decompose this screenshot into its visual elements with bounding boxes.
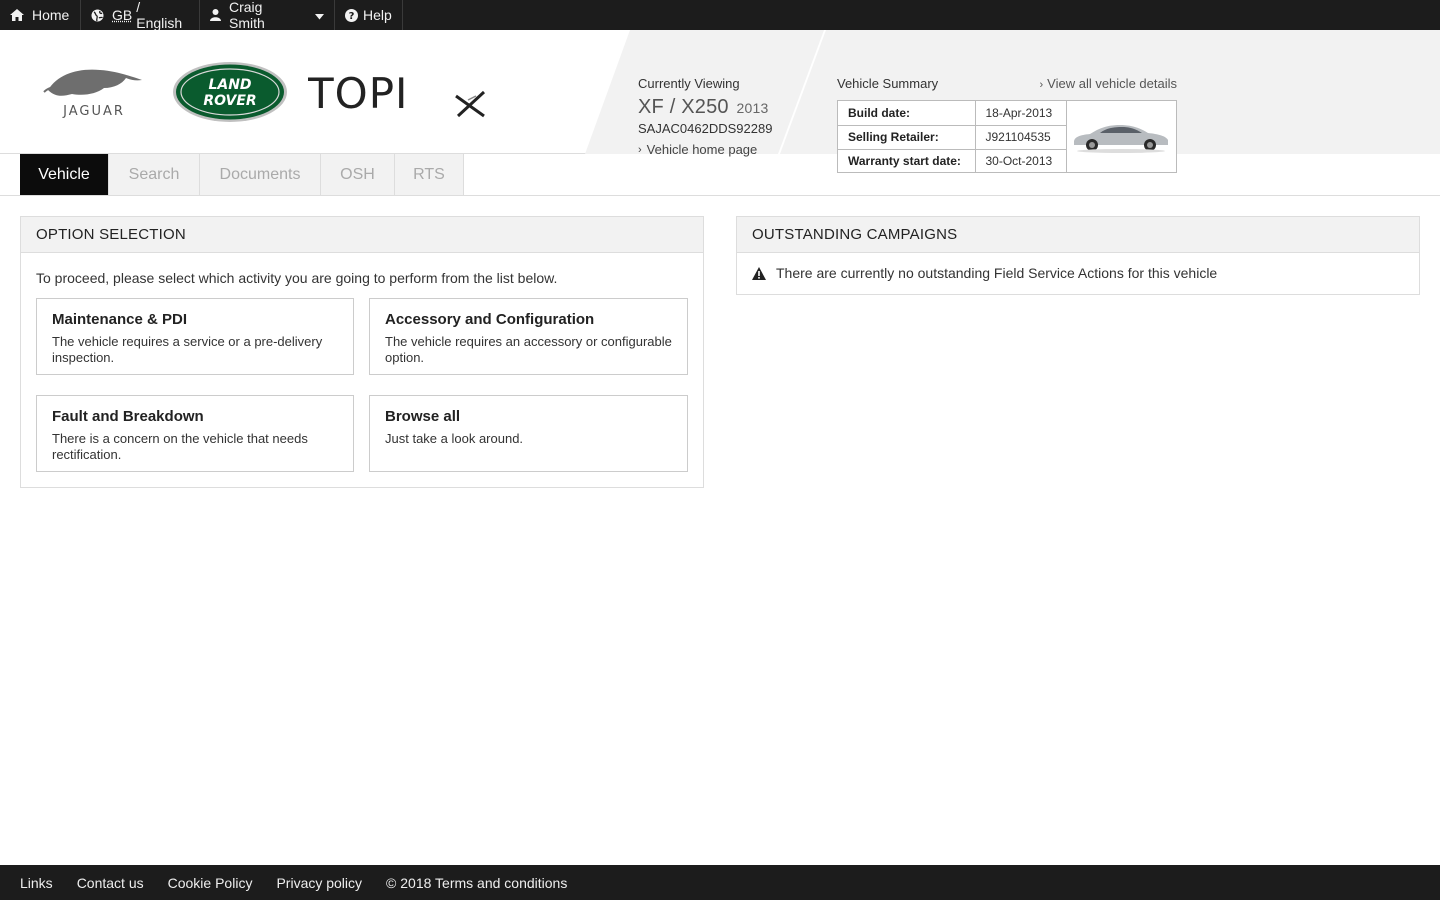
footer-links-link[interactable]: Links xyxy=(20,875,53,891)
campaigns-message-row: There are currently no outstanding Field… xyxy=(737,253,1419,293)
summary-key: Selling Retailer: xyxy=(838,125,976,150)
tab-rts[interactable]: RTS xyxy=(395,154,464,195)
site-header: JAGUAR LAND ROVER TOPI Currently Viewing… xyxy=(0,30,1440,173)
outstanding-campaigns-panel: OUTSTANDING CAMPAIGNS There are currentl… xyxy=(736,216,1420,295)
help-link[interactable]: ? Help xyxy=(335,0,403,30)
topix-logo: TOPI xyxy=(308,70,486,118)
vehicle-summary-table: Build date: 18-Apr-2013 Selling Retailer… xyxy=(837,100,1177,173)
vehicle-model: XF / X250 2013 xyxy=(638,96,798,119)
land-rover-logo: LAND ROVER xyxy=(173,62,287,122)
summary-value: J921104535 xyxy=(975,125,1067,150)
option-card-accessory[interactable]: Accessory and Configuration The vehicle … xyxy=(369,298,688,375)
summary-row: Warranty start date: 30-Oct-2013 xyxy=(838,149,1067,173)
summary-value: 30-Oct-2013 xyxy=(975,149,1067,173)
vehicle-model-name: XF / X250 xyxy=(638,96,729,118)
summary-value: 18-Apr-2013 xyxy=(975,101,1067,126)
caret-down-icon xyxy=(315,7,324,23)
svg-text:JAGUAR: JAGUAR xyxy=(62,104,125,118)
help-icon: ? xyxy=(345,8,358,22)
view-all-details-link[interactable]: › View all vehicle details xyxy=(1039,76,1177,91)
footer-privacy-link[interactable]: Privacy policy xyxy=(276,875,362,891)
option-selection-title: OPTION SELECTION xyxy=(21,217,703,253)
tab-documents[interactable]: Documents xyxy=(200,154,321,195)
jaguar-logo: JAGUAR xyxy=(43,69,142,118)
option-card-title: Maintenance & PDI xyxy=(52,311,188,328)
vehicle-thumbnail xyxy=(1067,101,1177,172)
locale-region: GB xyxy=(112,7,133,23)
main-tabs: Vehicle Search Documents OSH RTS xyxy=(20,154,464,195)
footer-cookie-link[interactable]: Cookie Policy xyxy=(168,875,253,891)
outstanding-campaigns-title: OUTSTANDING CAMPAIGNS xyxy=(737,217,1419,253)
globe-icon xyxy=(91,9,104,22)
option-card-title: Browse all xyxy=(385,408,461,425)
option-card-fault[interactable]: Fault and Breakdown There is a concern o… xyxy=(36,395,354,472)
user-menu[interactable]: Craig Smith xyxy=(200,0,335,31)
summary-row: Build date: 18-Apr-2013 xyxy=(838,101,1067,126)
help-label: Help xyxy=(363,7,392,23)
home-icon xyxy=(10,9,24,21)
warning-icon xyxy=(752,266,766,280)
vehicle-summary-title: Vehicle Summary xyxy=(837,76,939,91)
option-selection-intro: To proceed, please select which activity… xyxy=(36,270,558,286)
vehicle-summary: Vehicle Summary › View all vehicle detail… xyxy=(837,76,1177,173)
currently-viewing-label: Currently Viewing xyxy=(638,76,740,91)
home-label: Home xyxy=(32,7,70,23)
option-card-title: Fault and Breakdown xyxy=(52,408,204,425)
footer-contact-link[interactable]: Contact us xyxy=(77,875,144,891)
svg-text:TOPI: TOPI xyxy=(308,70,408,118)
svg-text:?: ? xyxy=(349,11,355,22)
home-link[interactable]: Home xyxy=(0,0,81,30)
option-card-maintenance[interactable]: Maintenance & PDI The vehicle requires a… xyxy=(36,298,354,375)
summary-key: Build date: xyxy=(838,101,976,126)
svg-text:LAND: LAND xyxy=(208,77,251,93)
view-all-details-label: View all vehicle details xyxy=(1047,76,1177,91)
locale-selector[interactable]: GB / English xyxy=(81,0,200,31)
tabs-divider xyxy=(0,195,1440,196)
option-card-description: The vehicle requires a service or a pre-… xyxy=(52,334,323,365)
option-card-browse[interactable]: Browse all Just take a look around. xyxy=(369,395,688,472)
vehicle-home-link-label: Vehicle home page xyxy=(646,142,758,157)
vehicle-vin: SAJAC0462DDS92289 xyxy=(638,121,773,136)
car-image xyxy=(1074,124,1169,153)
option-selection-panel: OPTION SELECTION To proceed, please sele… xyxy=(20,216,704,488)
top-bar: Home GB / English Craig Smith ? Help xyxy=(0,0,1440,31)
svg-text:ROVER: ROVER xyxy=(203,93,256,109)
summary-key: Warranty start date: xyxy=(838,149,976,173)
option-card-description: The vehicle requires an accessory or con… xyxy=(385,334,672,365)
option-card-description: Just take a look around. xyxy=(385,431,524,446)
site-footer: Links Contact us Cookie Policy Privacy p… xyxy=(0,865,1440,900)
vehicle-model-year: 2013 xyxy=(736,100,769,116)
chevron-right-icon: › xyxy=(1039,79,1044,91)
option-card-description: There is a concern on the vehicle that n… xyxy=(52,431,308,462)
currently-viewing: Currently Viewing XF / X250 2013 SAJAC04… xyxy=(638,76,798,157)
tab-osh[interactable]: OSH xyxy=(321,154,395,195)
user-name: Craig Smith xyxy=(229,0,265,31)
vehicle-home-link[interactable]: › Vehicle home page xyxy=(638,142,798,157)
tab-search[interactable]: Search xyxy=(109,154,200,195)
locale-language: / English xyxy=(136,0,183,31)
option-card-title: Accessory and Configuration xyxy=(385,311,595,328)
tab-vehicle[interactable]: Vehicle xyxy=(20,154,109,195)
campaigns-message: There are currently no outstanding Field… xyxy=(776,265,1218,281)
footer-terms-link[interactable]: © 2018 Terms and conditions xyxy=(386,875,567,891)
summary-row: Selling Retailer: J921104535 xyxy=(838,125,1067,150)
user-icon xyxy=(210,9,221,21)
chevron-right-icon: › xyxy=(638,143,642,156)
